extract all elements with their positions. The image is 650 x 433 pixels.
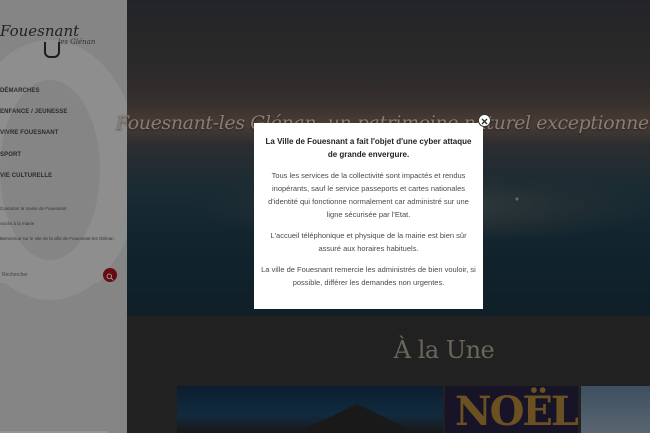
- close-icon: [481, 118, 488, 125]
- modal-title: La Ville de Fouesnant a fait l'objet d'u…: [265, 137, 472, 159]
- cyber-attack-notice-modal: La Ville de Fouesnant a fait l'objet d'u…: [254, 123, 483, 309]
- modal-paragraph: L'accueil téléphonique et physique de la…: [270, 231, 467, 253]
- modal-close-button[interactable]: [478, 114, 491, 127]
- modal-paragraph: La ville de Fouesnant remercie les admin…: [261, 265, 476, 287]
- modal-paragraph: Tous les services de la collectivité son…: [268, 171, 469, 219]
